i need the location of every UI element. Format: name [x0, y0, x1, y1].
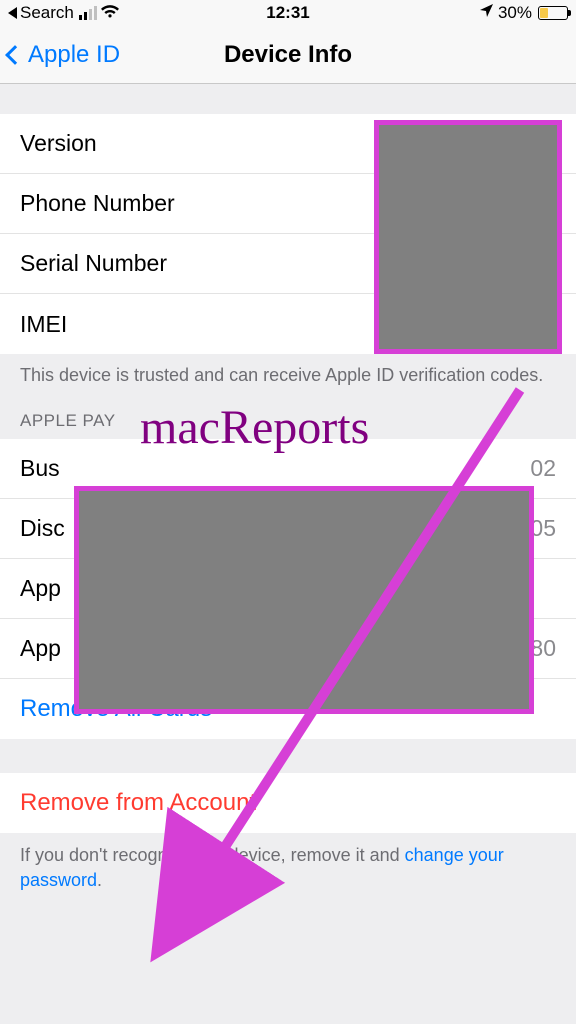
status-right: 30%: [479, 3, 568, 23]
remove-account-group: Remove from Account: [0, 773, 576, 833]
back-to-app-label[interactable]: Search: [20, 3, 74, 23]
version-label: Version: [20, 130, 97, 157]
back-to-app-icon[interactable]: [8, 7, 17, 19]
group-spacer: [0, 739, 576, 773]
remove-from-account-button[interactable]: Remove from Account: [0, 773, 576, 833]
imei-label: IMEI: [20, 311, 67, 338]
card-value: 80: [530, 635, 556, 662]
card-label: App: [20, 575, 61, 602]
card-value: 05: [530, 515, 556, 542]
back-button[interactable]: Apple ID: [8, 41, 120, 69]
trust-footer: This device is trusted and can receive A…: [0, 354, 576, 393]
location-icon: [479, 3, 494, 23]
bottom-note: If you don't recognize this device, remo…: [0, 833, 576, 912]
nav-bar: Apple ID Device Info: [0, 26, 576, 84]
redaction-box: [374, 120, 562, 354]
card-label: Disc: [20, 515, 65, 542]
card-label: Bus: [20, 455, 60, 482]
battery-percent: 30%: [498, 3, 532, 23]
apple-pay-header: APPLE PAY: [0, 393, 576, 439]
remove-from-account-label: Remove from Account: [20, 789, 256, 817]
card-value: 02: [530, 455, 556, 482]
back-label: Apple ID: [28, 41, 120, 69]
card-label: App: [20, 635, 61, 662]
bottom-note-post: .: [97, 870, 102, 890]
serial-label: Serial Number: [20, 250, 167, 277]
chevron-left-icon: [5, 45, 25, 65]
bottom-note-pre: If you don't recognize this device, remo…: [20, 845, 405, 865]
battery-icon: [538, 6, 568, 20]
redaction-box: [74, 486, 534, 714]
wifi-icon: [100, 3, 120, 24]
phone-label: Phone Number: [20, 190, 175, 217]
cellular-signal-icon: [79, 6, 97, 20]
status-bar: Search 12:31 30%: [0, 0, 576, 26]
status-left: Search: [8, 3, 120, 24]
